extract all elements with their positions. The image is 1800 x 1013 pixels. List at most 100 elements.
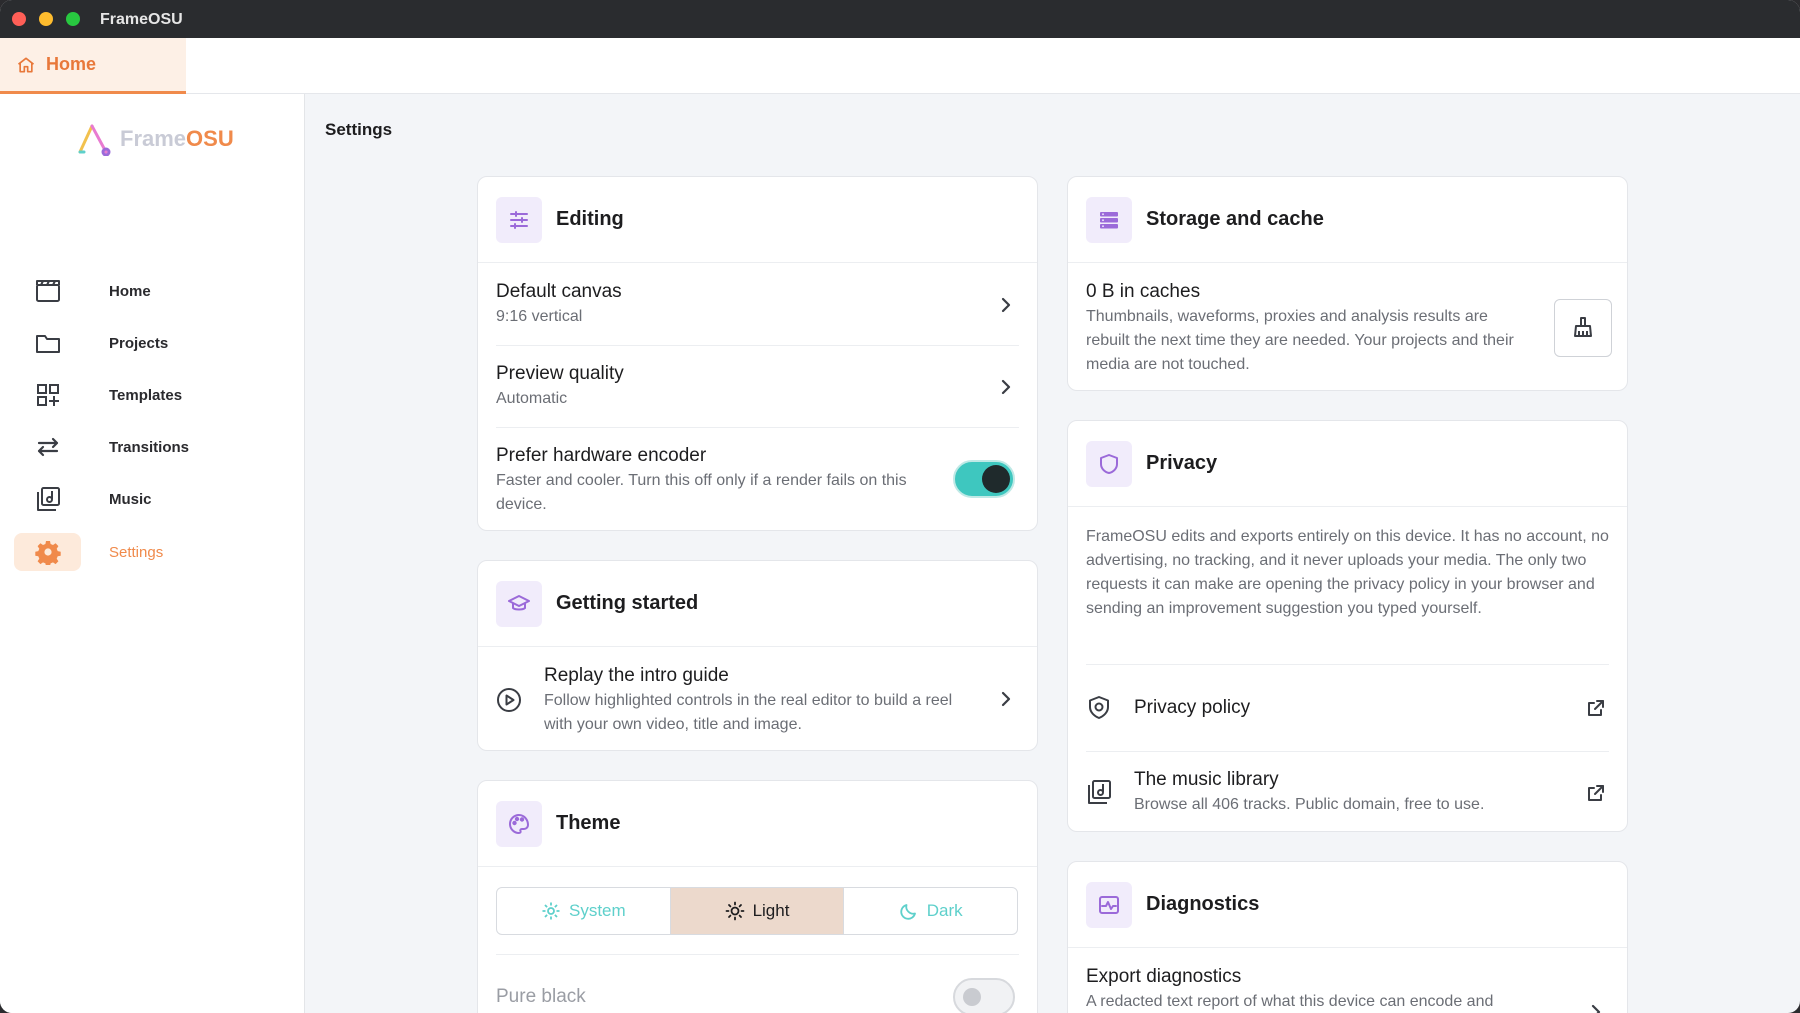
preview-quality-row[interactable]: Preview quality Automatic [496,363,1019,411]
pulse-icon [1099,895,1119,914]
preview-quality-label: Preview quality [496,363,624,384]
close-window-button[interactable] [12,12,26,26]
graduation-cap-icon [508,594,530,610]
sidebar-item-music[interactable]: Music [14,480,152,518]
minimize-window-button[interactable] [39,12,53,26]
sidebar-item-transitions[interactable]: Transitions [14,428,189,466]
sidebar-item-projects[interactable]: Projects [14,324,168,362]
theme-card: Theme System Light Dark Pure black [477,780,1038,1013]
pure-black-toggle[interactable] [953,978,1015,1013]
music-library-icon [36,487,60,511]
replay-guide-description: Follow highlighted controls in the real … [544,692,953,733]
privacy-description-block: FrameOSU edits and exports entirely on t… [1086,525,1609,621]
app-window: FrameOSU Home FrameOSU Home Projects Tem… [0,0,1800,1013]
sidebar-item-label: Settings [109,544,164,561]
logo-mark-icon [78,124,111,156]
pure-black-label: Pure black [496,986,586,1007]
chevron-right-icon [1001,691,1011,707]
shield-icon [1100,453,1118,474]
export-diagnostics-row[interactable]: Export diagnostics A redacted text repor… [1086,966,1567,1013]
storage-card: Storage and cache 0 B in caches Thumbnai… [1067,176,1628,391]
logo-text-osu: OSU [186,126,234,151]
default-canvas-value: 9:16 vertical [496,308,583,325]
external-link-icon[interactable] [1586,783,1606,803]
music-library-icon [1088,780,1111,804]
page-title: Settings [325,120,393,139]
window-title: FrameOSU [100,11,183,28]
chevron-right-icon [1001,297,1011,313]
theme-option-label: Dark [926,901,963,920]
play-circle-icon [497,688,521,712]
sidebar-item-label: Home [109,283,151,300]
pure-black-row: Pure black [496,986,1019,1008]
editing-card: Editing Default canvas 9:16 vertical Pre… [477,176,1038,531]
zoom-window-button[interactable] [66,12,80,26]
cache-description: Thumbnails, waveforms, proxies and analy… [1086,308,1514,373]
privacy-title: Privacy [1146,452,1218,474]
grid-plus-icon [36,384,59,406]
hardware-encoder-toggle[interactable] [953,460,1015,498]
default-canvas-label: Default canvas [496,281,622,302]
clear-cache-button[interactable] [1554,299,1612,357]
tab-home[interactable]: Home [0,38,186,94]
gear-outline-icon [542,902,560,920]
moon-icon [900,904,916,920]
app-logo: FrameOSU [76,122,234,156]
sidebar-item-settings[interactable]: Settings [14,533,163,571]
shield-check-icon [1089,696,1109,719]
tab-bar: Home [0,38,1800,94]
theme-segmented-control: System Light Dark [496,887,1018,935]
sliders-icon [510,210,528,229]
theme-option-label: Light [752,901,790,920]
sidebar: FrameOSU Home Projects Templates Transit… [0,94,305,1013]
hardware-encoder-row: Prefer hardware encoder Faster and coole… [496,445,917,517]
privacy-card: Privacy FrameOSU edits and exports entir… [1067,420,1628,832]
getting-started-title: Getting started [556,592,699,614]
theme-title: Theme [556,812,621,834]
theme-option-dark[interactable]: Dark [844,888,1017,934]
logo-text-frame: Frame [120,126,187,151]
default-canvas-row[interactable]: Default canvas 9:16 vertical [496,281,1019,329]
external-link-icon[interactable] [1586,698,1606,718]
storage-icon [1100,211,1118,228]
chevron-right-icon [1591,1004,1601,1013]
arrows-icon [37,437,58,457]
getting-started-card: Getting started Replay the intro guide F… [477,560,1038,751]
sun-icon [725,901,744,921]
music-library-row[interactable]: The music library Browse all 406 tracks.… [1134,769,1567,817]
cache-info: 0 B in caches Thumbnails, waveforms, pro… [1086,281,1527,377]
sidebar-item-templates[interactable]: Templates [14,376,182,414]
music-library-label: The music library [1134,769,1279,790]
sidebar-item-label: Music [109,491,152,508]
tab-home-label: Home [46,54,97,74]
editing-title: Editing [556,208,624,230]
export-diagnostics-label: Export diagnostics [1086,966,1242,987]
privacy-policy-row[interactable]: Privacy policy [1134,697,1567,719]
gear-icon [34,541,61,565]
hardware-encoder-label: Prefer hardware encoder [496,445,707,466]
sidebar-item-label: Transitions [109,439,190,456]
theme-option-light[interactable]: Light [670,888,845,934]
diagnostics-card: Diagnostics Export diagnostics A redacte… [1067,861,1628,1013]
sidebar-item-label: Templates [109,387,183,404]
privacy-description: FrameOSU edits and exports entirely on t… [1086,528,1609,617]
theme-option-label: System [568,901,626,920]
replay-guide-row[interactable]: Replay the intro guide Follow highlighte… [544,665,977,737]
export-diagnostics-description: A redacted text report of what this devi… [1086,993,1494,1010]
privacy-policy-label: Privacy policy [1134,697,1251,718]
title-bar: FrameOSU [0,0,1800,38]
preview-quality-value: Automatic [496,390,568,407]
cache-size: 0 B in caches [1086,281,1201,302]
clapperboard-icon [35,280,60,302]
broom-icon [1574,317,1592,337]
replay-guide-label: Replay the intro guide [544,665,729,686]
folder-icon [35,335,60,353]
theme-option-system[interactable]: System [497,888,671,934]
sidebar-item-home[interactable]: Home [14,272,151,310]
hardware-encoder-description: Faster and cooler. Turn this off only if… [496,472,907,513]
music-library-description: Browse all 406 tracks. Public domain, fr… [1134,796,1485,813]
sidebar-item-label: Projects [109,335,169,352]
chevron-right-icon [1001,379,1011,395]
diagnostics-title: Diagnostics [1146,893,1260,915]
storage-title: Storage and cache [1146,208,1324,230]
